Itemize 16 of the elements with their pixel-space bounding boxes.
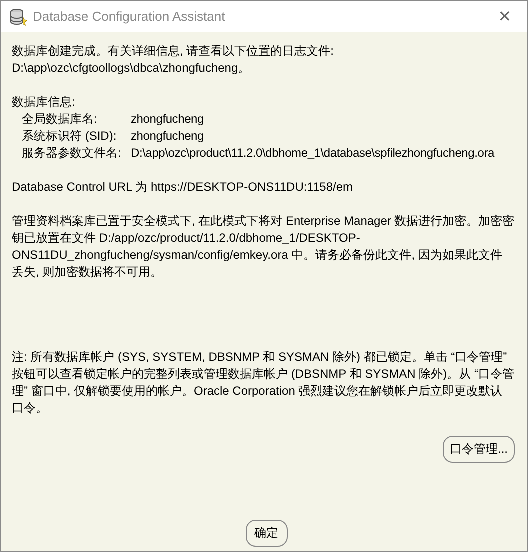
field-value: zhongfucheng [131,111,205,128]
window-title: Database Configuration Assistant [33,9,226,24]
encryption-message: 管理资料档案库已置于安全模式下, 在此模式下将对 Enterprise Manager 数据进行加密。加密密 钥已放置在文件 D:/app/ozc/product/11.2.0/dbhome_1/DESKTOP- ONS11DU_zhongfucheng/sysman/config/emkey.ora 中。请务必备份此文件, 因为如果此文件 丢失, 则加密数据将不可用。 [12,213,516,281]
close-icon[interactable]: ✕ [483,6,527,26]
database-icon [9,8,27,26]
field-label: 服务器参数文件名: [22,145,122,162]
control-url-text: Database Control URL 为 https://DESKTOP-ONS11DU:1158/em [12,179,354,196]
accounts-message: 注: 所有数据库帐户 (SYS, SYSTEM, DBSNMP 和 SYSMAN 除外) 都已锁定。单击 “口令管理” 按钮可以查看锁定帐户的完整列表或管理数据库帐户 (DBSNMP 和 SYSMAN 除外)。从 “口令管 理” 窗口中, 仅解锁要使用的帐户。Oracle Corporation 强烈建议您在解锁帐户后立即更改默认 口令。 [12,349,516,417]
field-label: 系统标识符 (SID): [22,128,118,145]
ok-button[interactable]: 确定 [246,520,288,547]
section-heading: 数据库信息: [12,94,76,111]
field-label: 全局数据库名: [22,111,98,128]
completion-message: 数据库创建完成。有关详细信息, 请查看以下位置的日志文件: D:\app\ozc\cfgtoollogs\dbca\zhongfucheng。 [12,43,336,77]
password-management-button[interactable]: 口令管理... [442,436,515,463]
field-value: zhongfucheng [131,128,205,145]
field-value: D:\app\ozc\product\11.2.0\dbhome_1\database\spfilezhongfucheng.ora [131,145,496,162]
